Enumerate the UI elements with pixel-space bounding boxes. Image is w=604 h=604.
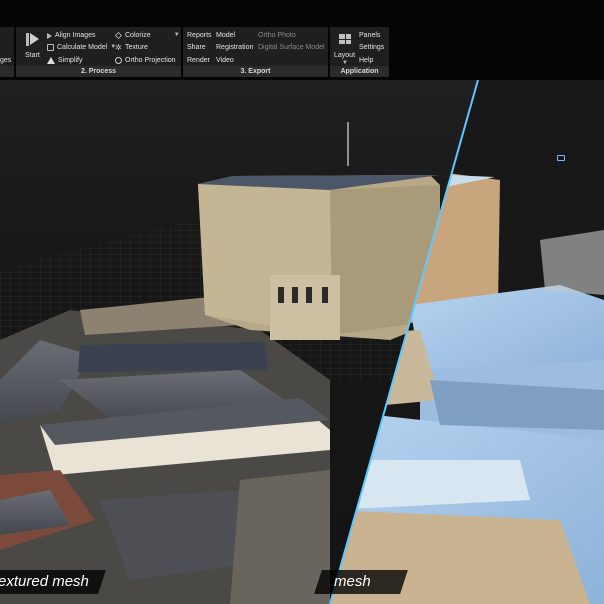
- start-icon[interactable]: [26, 33, 39, 46]
- settings-label: Settings: [359, 44, 385, 51]
- registration-button[interactable]: Registration: [216, 43, 253, 52]
- ribbon-group-images: ges: [0, 27, 14, 77]
- share-label: Share: [187, 44, 206, 51]
- simplify-icon: [47, 57, 55, 64]
- group-label-application: Application: [330, 66, 389, 77]
- simplify-label: Simplify: [58, 57, 83, 64]
- images-button[interactable]: ges: [0, 56, 11, 65]
- settings-button[interactable]: Settings: [359, 43, 384, 52]
- images-label: ges: [0, 57, 12, 64]
- texture-label: Texture: [125, 44, 148, 51]
- texture-button[interactable]: ✲ Texture: [115, 43, 148, 52]
- video-button[interactable]: Video: [216, 56, 234, 65]
- panels-label: Panels: [359, 32, 381, 39]
- caption-mesh: mesh: [314, 570, 408, 594]
- scene-render: [0, 80, 604, 604]
- caption-textured-mesh: extured mesh: [0, 570, 106, 594]
- ortho-photo-button[interactable]: Ortho Photo: [258, 31, 296, 40]
- registration-label: Registration: [216, 44, 254, 51]
- ortho-photo-label: Ortho Photo: [258, 32, 296, 39]
- calculate-model-button[interactable]: Calculate Model ▼: [47, 43, 116, 52]
- digital-surface-model-label: Digital Surface Model: [258, 44, 325, 51]
- group-label-images: [0, 66, 14, 77]
- model-button[interactable]: Model: [216, 31, 235, 40]
- chevron-down-icon[interactable]: ▼: [174, 31, 180, 40]
- brush-icon: [115, 32, 122, 39]
- ribbon-toolbar: ges 2. Process Start Align Images Calcul…: [0, 0, 604, 80]
- texture-icon: ✲: [115, 43, 122, 52]
- share-button[interactable]: Share: [187, 43, 206, 52]
- layout-icon[interactable]: [339, 34, 351, 44]
- start-label: Start: [25, 52, 40, 59]
- model-label: Model: [216, 32, 236, 39]
- digital-surface-model-button[interactable]: Digital Surface Model: [258, 43, 325, 52]
- reports-label: Reports: [187, 32, 212, 39]
- video-label: Video: [216, 57, 234, 64]
- layout-chevron-down-icon[interactable]: ▼: [342, 59, 348, 68]
- colorize-label: Colorize: [125, 32, 151, 39]
- panels-button[interactable]: Panels: [359, 31, 380, 40]
- ortho-projection-button[interactable]: Ortho Projection: [115, 56, 176, 65]
- 3d-viewport[interactable]: extured mesh mesh: [0, 80, 604, 604]
- colorize-button[interactable]: Colorize ▼: [115, 31, 180, 40]
- caption-mesh-label: mesh: [334, 573, 371, 590]
- start-button[interactable]: Start: [25, 51, 40, 60]
- align-images-label: Align Images: [55, 32, 96, 39]
- render-button[interactable]: Render: [187, 56, 210, 65]
- ortho-projection-icon: [115, 57, 122, 64]
- render-label: Render: [187, 57, 210, 64]
- ortho-projection-label: Ortho Projection: [125, 57, 176, 64]
- caption-textured-mesh-label: extured mesh: [0, 573, 89, 590]
- group-label-process: 2. Process: [16, 66, 181, 77]
- calculate-model-label: Calculate Model: [57, 44, 108, 51]
- monitor-icon[interactable]: [557, 155, 565, 161]
- reports-button[interactable]: Reports: [187, 31, 212, 40]
- group-label-export: 3. Export: [183, 66, 328, 77]
- simplify-button[interactable]: Simplify: [47, 56, 83, 65]
- help-label: Help: [359, 57, 374, 64]
- calculate-model-icon: [47, 44, 54, 51]
- align-images-icon: [47, 32, 52, 39]
- help-button[interactable]: Help: [359, 56, 373, 65]
- align-images-button[interactable]: Align Images: [47, 31, 95, 40]
